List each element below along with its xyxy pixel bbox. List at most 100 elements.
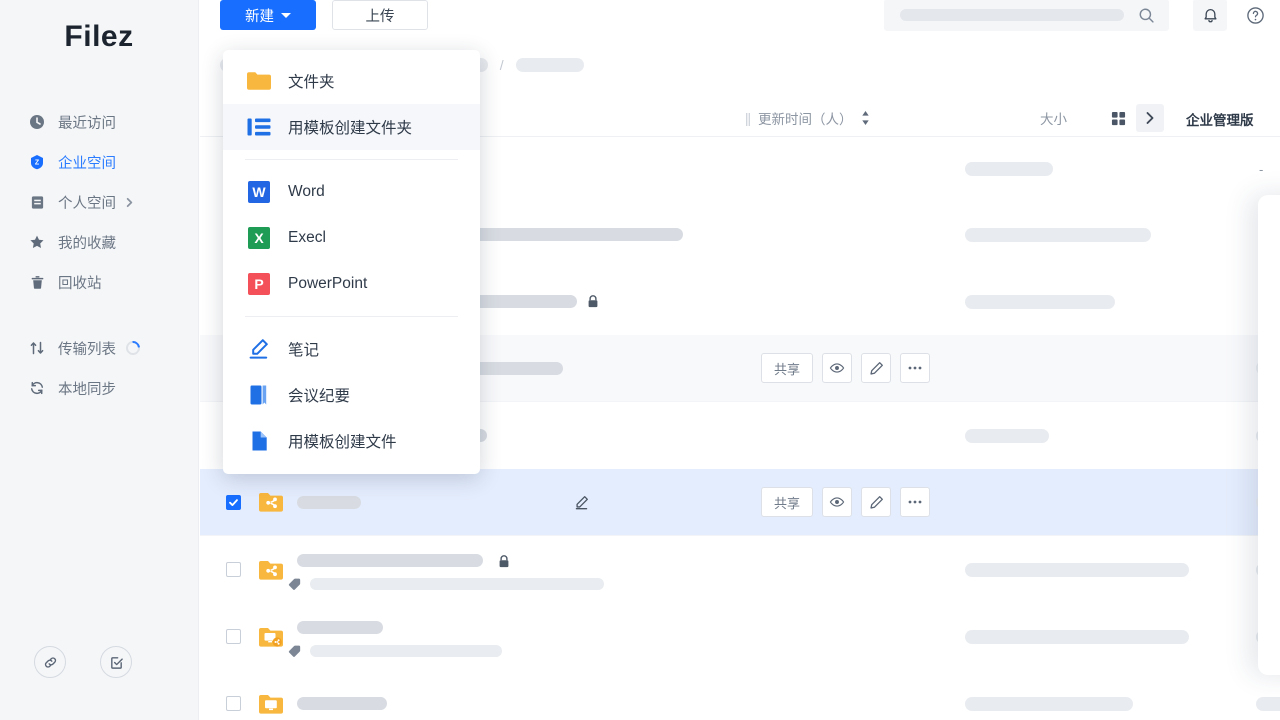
search-icon[interactable]	[1138, 7, 1155, 24]
powerpoint-icon: P	[247, 272, 271, 296]
sidebar-item-enterprise[interactable]: Z 企业空间	[0, 142, 198, 182]
lock-icon	[498, 555, 510, 568]
meeting-minutes-icon	[247, 383, 271, 407]
menu-item-note[interactable]: 笔记	[223, 326, 480, 372]
edition-badge: 企业管理版	[1186, 100, 1254, 137]
tag-icon	[288, 577, 301, 590]
sidebar-item-trash[interactable]: 回收站	[0, 262, 198, 302]
rename-pencil-icon[interactable]	[574, 495, 589, 510]
menu-item-excel[interactable]: X Execl	[223, 215, 480, 261]
table-row[interactable]	[200, 603, 1280, 670]
search-input[interactable]	[884, 0, 1169, 31]
menu-item-powerpoint[interactable]: P PowerPoint	[223, 261, 480, 307]
row-checkbox[interactable]	[226, 495, 241, 510]
row-name	[297, 496, 361, 509]
table-row-selected[interactable]: 共享	[200, 469, 1280, 536]
more-icon[interactable]	[900, 353, 930, 383]
help-icon[interactable]	[1239, 0, 1271, 31]
desktop-share-folder-icon	[258, 626, 284, 648]
sidebar-item-local-sync[interactable]: 本地同步	[0, 368, 198, 408]
menu-item-template-folder[interactable]: 用模板创建文件夹	[223, 104, 480, 150]
column-grip-icon[interactable]: ||	[745, 111, 750, 126]
sidebar-item-label: 回收站	[58, 272, 102, 293]
row-time	[965, 162, 1053, 176]
sidebar-item-transfer[interactable]: 传输列表	[0, 328, 198, 368]
menu-item-label: 文件夹	[288, 70, 335, 92]
sidebar-item-favorites[interactable]: 我的收藏	[0, 222, 198, 262]
menu-item-folder[interactable]: 文件夹	[223, 58, 480, 104]
row-time	[965, 630, 1189, 644]
menu-item-label: 用模板创建文件夹	[288, 116, 412, 138]
shared-folder-icon	[258, 559, 284, 581]
sidebar-item-label: 企业空间	[58, 152, 116, 173]
eye-icon[interactable]	[822, 353, 852, 383]
right-slide-panel	[1258, 195, 1280, 675]
grid-view-icon[interactable]	[1105, 105, 1131, 131]
sidebar-item-personal[interactable]: 个人空间	[0, 182, 198, 222]
share-button[interactable]: 共享	[761, 487, 813, 517]
enterprise-icon: Z	[28, 153, 46, 171]
breadcrumb-item[interactable]	[516, 58, 584, 72]
upload-button[interactable]: 上传	[332, 0, 428, 30]
more-icon[interactable]	[900, 487, 930, 517]
row-time	[965, 295, 1115, 309]
row-tags	[288, 577, 604, 590]
share-button[interactable]: 共享	[761, 353, 813, 383]
new-button-label: 新建	[245, 5, 274, 26]
row-tags	[288, 644, 502, 657]
loading-spinner-icon	[123, 338, 143, 358]
menu-divider	[245, 316, 458, 317]
row-checkbox[interactable]	[226, 562, 241, 577]
word-icon: W	[247, 180, 271, 204]
sidebar-item-recent[interactable]: 最近访问	[0, 102, 198, 142]
folder-icon	[247, 69, 271, 93]
clock-icon	[28, 113, 46, 131]
expand-panel-chevron-right-icon[interactable]	[1136, 104, 1164, 132]
excel-glyph: X	[248, 227, 270, 249]
column-header-time[interactable]: || 更新时间（人）	[745, 108, 870, 128]
trash-icon	[28, 273, 46, 291]
menu-item-template-file[interactable]: 用模板创建文件	[223, 418, 480, 464]
menu-item-meeting-minutes[interactable]: 会议纪要	[223, 372, 480, 418]
powerpoint-glyph: P	[248, 273, 270, 295]
task-check-icon[interactable]	[100, 646, 132, 678]
chevron-right-icon[interactable]	[124, 197, 135, 208]
eye-icon[interactable]	[822, 487, 852, 517]
row-actions: 共享	[761, 487, 930, 517]
chevron-down-icon	[281, 13, 291, 18]
column-header-size[interactable]: 大小	[1040, 108, 1067, 128]
star-icon	[28, 233, 46, 251]
sidebar-item-label: 我的收藏	[58, 232, 116, 253]
sort-toggle-icon[interactable]	[861, 111, 870, 125]
menu-item-label: 用模板创建文件	[288, 430, 397, 452]
notifications-bell-icon[interactable]	[1193, 0, 1227, 31]
menu-item-label: 笔记	[288, 338, 319, 360]
template-folder-icon	[247, 115, 271, 139]
new-button[interactable]: 新建	[220, 0, 316, 30]
table-row[interactable]	[200, 536, 1280, 603]
sidebar: Filez 最近访问 Z 企业空间 个人空间	[0, 0, 199, 720]
table-row[interactable]	[200, 670, 1280, 720]
word-glyph: W	[248, 181, 270, 203]
row-tag-pill	[310, 578, 604, 590]
desktop-folder-icon	[258, 693, 284, 715]
link-icon[interactable]	[34, 646, 66, 678]
tag-icon	[288, 644, 301, 657]
menu-item-label: Execl	[288, 229, 326, 247]
transfer-icon	[28, 339, 46, 357]
menu-item-label: Word	[288, 183, 325, 201]
column-header-time-label: 更新时间（人）	[758, 108, 853, 128]
menu-item-word[interactable]: W Word	[223, 169, 480, 215]
row-checkbox[interactable]	[226, 629, 241, 644]
sidebar-item-label: 个人空间	[58, 192, 116, 213]
sidebar-nav: 最近访问 Z 企业空间 个人空间	[0, 102, 198, 408]
row-actions: 共享	[761, 353, 930, 383]
pencil-icon[interactable]	[861, 353, 891, 383]
row-time	[965, 697, 1133, 711]
row-checkbox[interactable]	[226, 696, 241, 711]
pencil-icon[interactable]	[861, 487, 891, 517]
row-name	[297, 697, 387, 710]
row-tag-pill	[310, 645, 502, 657]
row-name	[297, 554, 483, 567]
shared-folder-icon	[258, 491, 284, 513]
